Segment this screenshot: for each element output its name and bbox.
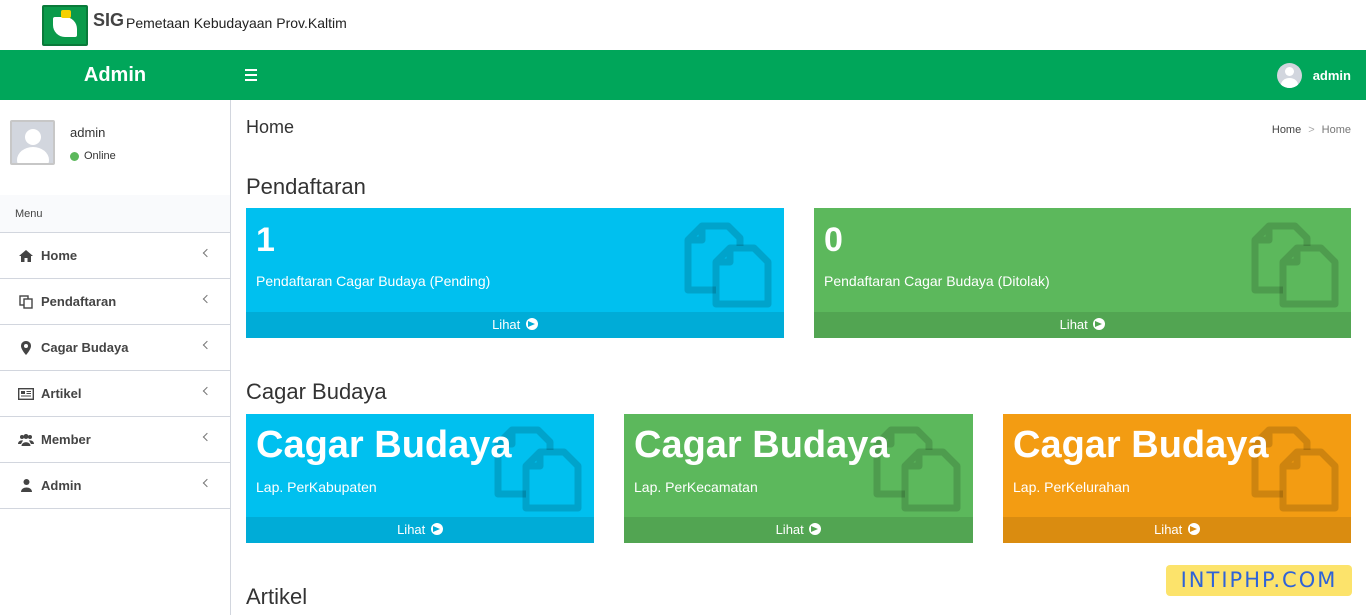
hamburger-menu-icon[interactable] — [245, 69, 257, 81]
stat-label: Pendaftaran Cagar Budaya (Ditolak) — [824, 273, 1050, 289]
section-title-artikel: Artikel — [246, 584, 308, 609]
chevron-left-icon — [202, 432, 212, 442]
cagar-title: Cagar Budaya — [1013, 424, 1269, 466]
more-info-label: Lihat — [775, 522, 804, 537]
sidebar-item-label: Member — [41, 432, 91, 447]
sidebar-item-artikel[interactable]: Artikel — [0, 371, 230, 417]
cagar-title: Cagar Budaya — [256, 424, 512, 466]
online-status-dot — [70, 151, 79, 161]
sidebar-menu: Home Pendaftaran Cagar Budaya Artikel Me… — [0, 233, 230, 509]
chevron-left-icon — [202, 248, 212, 258]
copy-icon — [684, 222, 772, 308]
brand-title: Pemetaan Kebudayaan Prov.Kaltim — [126, 15, 347, 31]
brand-sig: SIG — [93, 10, 125, 30]
cagar-title: Cagar Budaya — [634, 424, 890, 466]
cagar-box-kabupaten: Cagar Budaya Lap. PerKabupaten Lihat — [246, 414, 594, 543]
user-icon — [18, 479, 34, 493]
status-label: Online — [84, 150, 116, 162]
more-info-link[interactable]: Lihat — [624, 517, 973, 543]
copy-icon — [1251, 222, 1339, 308]
breadcrumb-home[interactable]: Home — [1272, 124, 1301, 136]
cagar-box-kecamatan: Cagar Budaya Lap. PerKecamatan Lihat — [624, 414, 973, 543]
more-info-link[interactable]: Lihat — [246, 312, 784, 338]
section-title-cagar-budaya: Cagar Budaya — [246, 379, 387, 404]
stat-value: 1 — [256, 221, 275, 259]
more-info-link[interactable]: Lihat — [246, 517, 594, 543]
top-navbar: Admin admin — [0, 50, 1366, 100]
more-info-link[interactable]: Lihat — [814, 312, 1351, 338]
page-title: Home — [246, 117, 295, 137]
stat-value: 0 — [824, 221, 843, 259]
map-marker-icon — [18, 340, 34, 355]
sidebar-item-label: Home — [41, 248, 78, 263]
arrow-circle-right-icon — [1187, 523, 1200, 535]
chevron-left-icon — [202, 386, 212, 396]
header-avatar — [1276, 62, 1302, 88]
main-content: Home Home > Home Pendaftaran 1 Pendaftar… — [231, 100, 1366, 615]
cagar-box-kelurahan: Cagar Budaya Lap. PerKelurahan Lihat — [1003, 414, 1351, 543]
stat-label: Pendaftaran Cagar Budaya (Pending) — [256, 273, 491, 289]
arrow-circle-right-icon — [430, 523, 443, 535]
breadcrumb-separator: > — [1308, 124, 1315, 136]
chevron-left-icon — [202, 294, 212, 304]
sidebar-item-label: Artikel — [41, 386, 82, 401]
header-user-menu[interactable]: admin — [1276, 62, 1351, 88]
chevron-left-icon — [202, 340, 212, 350]
sidebar-user-name: admin — [70, 125, 106, 140]
sidebar: admin Online Menu Home Pendaftaran Cagar… — [0, 100, 231, 615]
sidebar-item-label: Pendaftaran — [41, 294, 117, 309]
more-info-label: Lihat — [1154, 522, 1183, 537]
header-title[interactable]: Admin — [0, 50, 230, 100]
more-info-label: Lihat — [397, 522, 426, 537]
arrow-circle-right-icon — [525, 318, 538, 330]
copy-icon — [18, 294, 34, 309]
arrow-circle-right-icon — [1093, 318, 1106, 330]
breadcrumb: Home > Home — [1272, 124, 1351, 136]
sidebar-item-cagar-budaya[interactable]: Cagar Budaya — [0, 325, 230, 371]
chevron-left-icon — [202, 478, 212, 488]
sidebar-item-member[interactable]: Member — [0, 417, 230, 463]
sidebar-item-label: Cagar Budaya — [41, 340, 129, 355]
more-info-link[interactable]: Lihat — [1003, 517, 1351, 543]
brand-bar: SIG Pemetaan Kebudayaan Prov.Kaltim — [0, 0, 1366, 50]
sidebar-item-admin[interactable]: Admin — [0, 463, 230, 509]
kaltim-emblem-icon[interactable] — [42, 5, 88, 46]
sidebar-item-pendaftaran[interactable]: Pendaftaran — [0, 279, 230, 325]
user-panel — [10, 120, 55, 165]
sidebar-item-home[interactable]: Home — [0, 233, 230, 279]
header-username: admin — [1312, 67, 1351, 83]
newspaper-icon — [18, 387, 34, 401]
cagar-label: Lap. PerKecamatan — [634, 479, 758, 495]
section-title-pendaftaran: Pendaftaran — [246, 174, 366, 199]
home-icon — [18, 249, 34, 263]
more-info-label: Lihat — [1059, 317, 1088, 332]
sidebar-user-status: Online — [70, 150, 116, 162]
breadcrumb-current: Home — [1321, 124, 1351, 136]
sidebar-avatar — [10, 120, 55, 165]
arrow-circle-right-icon — [809, 523, 822, 535]
watermark: INTIPHP.COM — [1166, 565, 1352, 596]
stat-box-ditolak: 0 Pendaftaran Cagar Budaya (Ditolak) Lih… — [814, 208, 1351, 338]
cagar-label: Lap. PerKabupaten — [256, 479, 377, 495]
users-icon — [18, 433, 34, 447]
cagar-label: Lap. PerKelurahan — [1013, 479, 1130, 495]
sidebar-item-label: Admin — [41, 478, 82, 493]
more-info-label: Lihat — [492, 317, 521, 332]
menu-header: Menu — [0, 195, 230, 233]
stat-box-pending: 1 Pendaftaran Cagar Budaya (Pending) Lih… — [246, 208, 784, 338]
